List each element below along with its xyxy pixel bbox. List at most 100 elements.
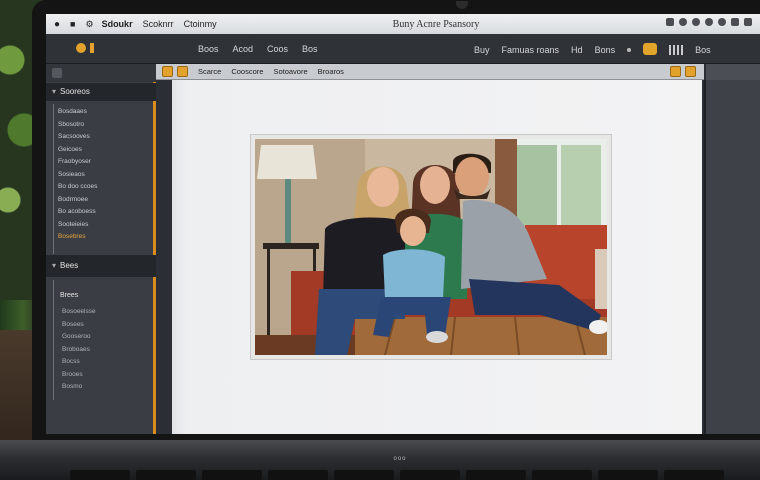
photo-child-face [400, 216, 426, 246]
photo-lamp-base [285, 179, 291, 245]
chevron-down-icon: ▾ [52, 261, 57, 270]
photo-pillow [595, 249, 607, 309]
photo-window-pane-right [561, 145, 601, 235]
sidebar-subitem-3[interactable]: Broboaes [46, 344, 154, 357]
siri-icon[interactable] [718, 18, 726, 26]
app-toolbar: Boos Acod Coos Bos Buy Famuas roans Hd B… [46, 34, 760, 64]
keyboard-key [466, 470, 526, 480]
sidebar-top-strip [46, 64, 156, 82]
menu-icon-small[interactable]: ■ [70, 19, 75, 29]
photo-lamp-shade [257, 145, 317, 179]
columns-icon[interactable] [669, 45, 684, 55]
photo-woman-face [367, 167, 399, 207]
sidebar-subitem-1[interactable]: Bosees [46, 319, 154, 332]
keyboard-key [664, 470, 724, 480]
sidebar-header-top[interactable]: ▾ Sooreos [46, 83, 156, 101]
tab-1[interactable]: Scarce [198, 67, 221, 76]
app-logo-icon[interactable] [76, 43, 86, 53]
tab-4[interactable]: Broaros [318, 67, 344, 76]
clock-icon[interactable] [731, 18, 739, 26]
keyboard-key [598, 470, 658, 480]
laptop-screen: ● ■ ⚙ Sdoukr Scoknrr Ctoinmy Buny Acnre … [46, 14, 760, 434]
keyboard-key [334, 470, 394, 480]
keyboard-key [70, 470, 130, 480]
photo-child-shirt [383, 249, 445, 299]
battery-icon[interactable] [666, 18, 674, 26]
wifi-icon[interactable] [679, 18, 687, 26]
menu-item-2[interactable]: Ctoinmy [184, 19, 217, 29]
export-icon[interactable] [670, 66, 681, 77]
right-panel [704, 64, 760, 434]
toolbar-right-item-3[interactable]: Hd [571, 45, 583, 55]
tab-3[interactable]: Sotoavore [273, 67, 307, 76]
sidebar: ▾ Sooreos Bosdaaes Sbosotro Sacsooves Geicoe… [46, 64, 156, 434]
photo-child-shoe [426, 331, 448, 343]
nav-item-1[interactable]: Boos [198, 44, 219, 54]
sidebar-header-bottom[interactable]: ▾ Bees [46, 255, 156, 277]
toolbar-right-item-1[interactable]: Buy [474, 45, 490, 55]
menu-item-1[interactable]: Scoknrr [143, 19, 174, 29]
keyboard-key [202, 470, 262, 480]
photo-woman2-face [420, 166, 450, 204]
app-name-menu[interactable]: Sdoukr [102, 19, 133, 29]
canvas-page[interactable] [172, 80, 702, 434]
sidebar-item-1[interactable]: Sbosotro [46, 119, 154, 132]
search-icon[interactable] [692, 18, 700, 26]
toolbar-nav: Boos Acod Coos Bos [198, 44, 318, 54]
sidebar-subitem-2[interactable]: Gooseroo [46, 331, 154, 344]
status-icons [666, 18, 752, 26]
sidebar-item-4[interactable]: Fraobyoser [46, 156, 154, 169]
nav-item-2[interactable]: Acod [233, 44, 254, 54]
photo-frame[interactable] [250, 134, 612, 360]
nav-item-4[interactable]: Bos [302, 44, 318, 54]
photo-side-table-top [263, 243, 319, 249]
sidebar-item-10[interactable]: Bosebres [46, 231, 154, 244]
sidebar-item-9[interactable]: Sooteieies [46, 219, 154, 232]
toolbar-right-item-4[interactable]: Bons [595, 45, 616, 55]
sidebar-subitem-0[interactable]: Bosoeelsse [46, 306, 154, 319]
highlight-tool-icon[interactable] [643, 43, 658, 55]
tab-folder-icon[interactable] [177, 66, 188, 77]
separator-dot-icon [627, 48, 632, 52]
toolbar-right: Buy Famuas roans Hd Bons Bos [474, 43, 711, 56]
control-center-icon[interactable] [705, 18, 713, 26]
sidebar-toggle-icon[interactable] [52, 68, 62, 78]
family-photo[interactable] [255, 139, 607, 355]
sidebar-item-7[interactable]: Bodrmoee [46, 194, 154, 207]
webcam [456, 1, 468, 9]
sidebar-subitem-6[interactable]: Bosmo [46, 381, 154, 394]
sidebar-header-top-label: Sooreos [60, 87, 90, 96]
right-panel-header [706, 64, 760, 80]
toolbar-far-right[interactable]: Bos [695, 45, 711, 55]
nav-item-3[interactable]: Coos [267, 44, 288, 54]
sidebar-item-2[interactable]: Sacsooves [46, 131, 154, 144]
apple-menu-icon[interactable]: ● [54, 19, 60, 30]
document-tabbar: Scarce Cooscore Sotoavore Broaros [156, 64, 704, 80]
sidebar-group-2: Brees [46, 290, 154, 303]
sidebar-subitem-4[interactable]: Bocss [46, 356, 154, 369]
keyboard-key [136, 470, 196, 480]
menu-icon-gear[interactable]: ⚙ [85, 19, 93, 30]
sidebar-item-3[interactable]: Geicoes [46, 144, 154, 157]
sidebar-item-8[interactable]: Bo acoboess [46, 206, 154, 219]
share-icon[interactable] [685, 66, 696, 77]
sidebar-group2-head[interactable]: Brees [46, 290, 154, 303]
sidebar-subitem-5[interactable]: Brooes [46, 369, 154, 382]
chevron-down-icon: ▾ [52, 87, 57, 96]
sidebar-item-6[interactable]: Bo doo ccoes [46, 181, 154, 194]
window-title: Buny Acnre Psansory [392, 18, 480, 30]
tab-image-icon[interactable] [162, 66, 173, 77]
sidebar-header-bottom-label: Bees [60, 261, 79, 270]
keyboard-key [400, 470, 460, 480]
document-area: Scarce Cooscore Sotoavore Broaros [156, 64, 760, 434]
notification-icon[interactable] [744, 18, 752, 26]
keyboard-key [532, 470, 592, 480]
sidebar-item-0[interactable]: Bosdaaes [46, 106, 154, 119]
photo-man-face [455, 157, 489, 197]
tab-2[interactable]: Cooscore [231, 67, 263, 76]
tabbar-right-icons [670, 66, 696, 77]
sidebar-item-5[interactable]: Sosieaos [46, 169, 154, 182]
app-logo-mark-icon [90, 43, 94, 53]
toolbar-right-item-2[interactable]: Famuas roans [502, 45, 560, 55]
sidebar-group-1: Bosdaaes Sbosotro Sacsooves Geicoes Fraobyos… [46, 106, 154, 244]
